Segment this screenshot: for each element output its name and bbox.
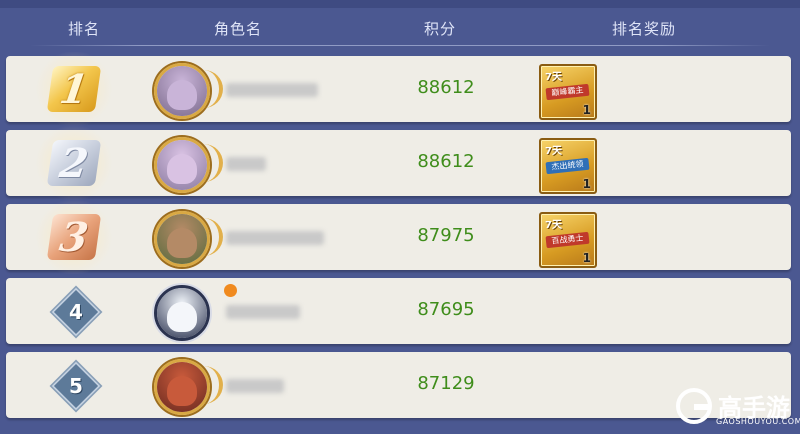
avatar-frame — [201, 218, 223, 256]
player-score: 87975 — [417, 225, 475, 246]
rank-number: 4 — [69, 300, 83, 324]
rank-number: 2 — [56, 139, 92, 187]
header-divider — [30, 45, 770, 46]
rank-number: 5 — [69, 374, 83, 398]
rank-column-header: 排名 — [68, 20, 101, 38]
reward-title-banner: 百战勇士 — [545, 231, 590, 249]
reward-duration: 7天 — [545, 72, 562, 83]
player-name-redacted — [226, 231, 324, 245]
player-score: 87129 — [417, 373, 475, 394]
reward-column-header: 排名奖励 — [612, 20, 677, 38]
avatar-frame — [201, 144, 223, 182]
watermark: 高手游 GAOSHOUYOU.COM — [676, 388, 800, 432]
player-name-redacted — [226, 305, 300, 319]
avatar-frame — [201, 366, 223, 404]
brand-site: GAOSHOUYOU.COM — [716, 417, 800, 426]
reward-item[interactable]: 7天 杰出统领 1 — [539, 138, 597, 194]
player-name-redacted — [226, 83, 318, 97]
leaderboard-header: 排名 角色名 积分 排名奖励 — [0, 12, 800, 46]
rank-number: 3 — [56, 213, 92, 261]
player-score: 87695 — [417, 299, 475, 320]
rank-medal-icon: 1 — [46, 65, 102, 113]
player-avatar[interactable] — [154, 285, 210, 341]
leaderboard-row[interactable]: 4 87695 — [6, 278, 791, 344]
reward-count: 1 — [582, 177, 591, 191]
leaderboard-row[interactable]: 1 88612 7天 巅峰霸主 1 — [6, 52, 791, 126]
leaderboard-row[interactable]: 3 87975 7天 百战勇士 1 — [6, 200, 791, 274]
reward-count: 1 — [582, 103, 591, 117]
player-score: 88612 — [417, 151, 475, 172]
player-name-redacted — [226, 157, 266, 171]
reward-duration: 7天 — [545, 146, 562, 157]
player-name-redacted — [226, 379, 284, 393]
leaderboard-row[interactable]: 5 87129 — [6, 352, 791, 418]
leaderboard-row[interactable]: 2 88612 7天 杰出统领 1 — [6, 126, 791, 200]
reward-item[interactable]: 7天 百战勇士 1 — [539, 212, 597, 268]
reward-duration: 7天 — [545, 220, 562, 231]
status-dot-icon — [224, 284, 237, 297]
reward-title-banner: 巅峰霸主 — [545, 83, 590, 101]
score-column-header: 积分 — [424, 20, 457, 38]
avatar-frame — [201, 70, 223, 108]
rank-medal-icon: 3 — [46, 213, 102, 261]
player-score: 88612 — [417, 77, 475, 98]
rank-medal-icon: 2 — [46, 139, 102, 187]
rank-number: 1 — [56, 65, 92, 113]
name-column-header: 角色名 — [214, 20, 263, 38]
brand-logo-icon — [676, 388, 712, 424]
top-edge — [0, 0, 800, 8]
reward-count: 1 — [582, 251, 591, 265]
reward-title-banner: 杰出统领 — [545, 157, 590, 175]
reward-item[interactable]: 7天 巅峰霸主 1 — [539, 64, 597, 120]
